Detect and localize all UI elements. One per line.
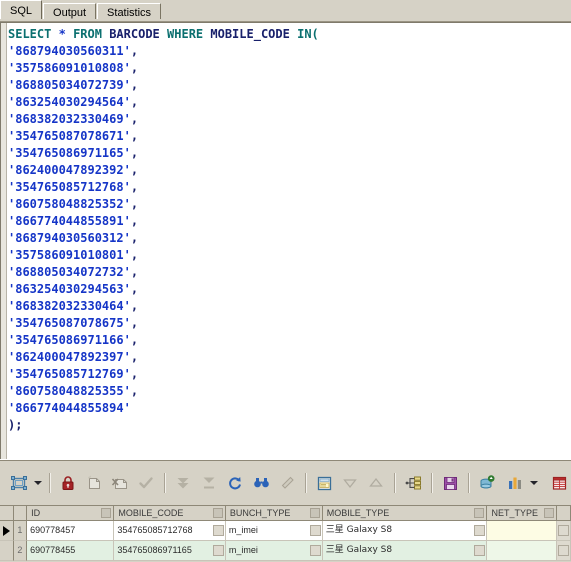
toolbar-separator-4 bbox=[394, 473, 395, 493]
cell-net-type-editor-icon[interactable] bbox=[558, 525, 569, 536]
cell-bunch-type-editor-icon[interactable] bbox=[309, 525, 321, 536]
cell-bunch-type-value: m_imei bbox=[228, 525, 258, 535]
column-filter-net-type-icon[interactable] bbox=[544, 508, 555, 518]
column-header-mobile-type-label: MOBILE_TYPE bbox=[326, 508, 390, 518]
cell-mobile-type[interactable]: 三星 Galaxy S8 bbox=[322, 541, 488, 561]
tab-output-label: Output bbox=[53, 7, 87, 19]
cell-id[interactable]: 690778455 bbox=[27, 541, 115, 561]
cell-id-value: 690778455 bbox=[30, 545, 76, 555]
chart-dropdown-icon[interactable] bbox=[528, 470, 540, 496]
cell-mobile-type-editor-icon[interactable] bbox=[474, 525, 486, 536]
table-row[interactable]: 2 690778455 354765086971165 m_imei 三星 Ga… bbox=[0, 541, 571, 561]
cell-net-type[interactable] bbox=[487, 521, 558, 541]
toolbar-separator-2 bbox=[164, 473, 165, 493]
cell-bunch-type-editor-icon[interactable] bbox=[309, 545, 321, 556]
column-header-bunch-type[interactable]: BUNCH_TYPE bbox=[225, 506, 323, 521]
design-query-icon[interactable] bbox=[6, 470, 32, 496]
column-filter-mobile-code-icon[interactable] bbox=[212, 508, 223, 518]
cell-net-type-editor[interactable] bbox=[557, 541, 571, 561]
result-toolbar bbox=[0, 459, 571, 505]
tab-bar: SQL Output Statistics bbox=[0, 0, 571, 22]
sort-desc-icon[interactable] bbox=[337, 470, 363, 496]
column-header-mobile-code-label: MOBILE_CODE bbox=[118, 508, 184, 518]
row-number: 2 bbox=[13, 541, 28, 561]
sql-editor-window: SQL Output Statistics SELECT * FROM BARC… bbox=[0, 0, 571, 562]
grid-rownum-header bbox=[13, 506, 28, 521]
cell-bunch-type-value: m_imei bbox=[228, 545, 258, 555]
cell-net-type-editor[interactable] bbox=[557, 521, 571, 541]
chart-icon[interactable] bbox=[502, 470, 528, 496]
tab-statistics-label: Statistics bbox=[107, 7, 152, 19]
column-header-mobile-code[interactable]: MOBILE_CODE bbox=[114, 506, 226, 521]
toolbar-separator-3 bbox=[305, 473, 306, 493]
editor-gutter bbox=[1, 23, 7, 459]
row-selector[interactable] bbox=[0, 521, 14, 541]
result-grid[interactable]: ID MOBILE_CODE BUNCH_TYPE MOBILE_TYPE NE… bbox=[0, 505, 571, 562]
new-record-icon[interactable] bbox=[81, 470, 107, 496]
find-icon[interactable] bbox=[248, 470, 274, 496]
delete-record-icon[interactable] bbox=[107, 470, 133, 496]
cell-mobile-code[interactable]: 354765085712768 bbox=[114, 521, 226, 541]
form-view-icon[interactable] bbox=[311, 470, 337, 496]
cell-mobile-code-value: 354765085712768 bbox=[117, 525, 193, 535]
column-header-mobile-type[interactable]: MOBILE_TYPE bbox=[322, 506, 488, 521]
export-database-icon[interactable] bbox=[474, 470, 500, 496]
design-query-dropdown-icon[interactable] bbox=[32, 470, 44, 496]
column-header-bunch-type-label: BUNCH_TYPE bbox=[229, 508, 291, 518]
grid-header-end bbox=[557, 506, 571, 521]
toolbar-top-divider bbox=[0, 460, 571, 461]
toolbar-separator-1 bbox=[49, 473, 50, 493]
column-filter-id-icon[interactable] bbox=[101, 508, 112, 518]
lock-icon[interactable] bbox=[55, 470, 81, 496]
grid-header-row: ID MOBILE_CODE BUNCH_TYPE MOBILE_TYPE NE… bbox=[0, 506, 571, 521]
cell-mobile-code-editor-icon[interactable] bbox=[212, 545, 224, 556]
sql-code-text[interactable]: SELECT * FROM BARCODE WHERE MOBILE_CODE … bbox=[8, 26, 571, 459]
cell-net-type[interactable] bbox=[487, 541, 558, 561]
cell-mobile-code[interactable]: 354765086971165 bbox=[114, 541, 226, 561]
cell-mobile-type-value: 三星 Galaxy S8 bbox=[325, 545, 393, 555]
column-header-id-label: ID bbox=[31, 508, 41, 518]
cell-mobile-code-value: 354765086971165 bbox=[117, 545, 192, 555]
cell-mobile-type-value: 三星 Galaxy S8 bbox=[325, 525, 393, 535]
first-record-icon[interactable] bbox=[170, 470, 196, 496]
cell-mobile-code-editor-icon[interactable] bbox=[212, 525, 224, 536]
column-filter-mobile-type-icon[interactable] bbox=[474, 508, 485, 518]
column-filter-bunch-type-icon[interactable] bbox=[309, 508, 320, 518]
save-icon[interactable] bbox=[437, 470, 463, 496]
filter-wizard-icon[interactable] bbox=[400, 470, 426, 496]
cell-mobile-type[interactable]: 三星 Galaxy S8 bbox=[322, 521, 488, 541]
table-row[interactable]: 1 690778457 354765085712768 m_imei 三星 Ga… bbox=[0, 521, 571, 541]
grid-icon[interactable] bbox=[546, 470, 571, 496]
clear-icon[interactable] bbox=[274, 470, 300, 496]
cell-id-value: 690778457 bbox=[30, 525, 76, 535]
tab-sql-label: SQL bbox=[10, 5, 33, 17]
cell-bunch-type[interactable]: m_imei bbox=[225, 521, 323, 541]
refresh-icon[interactable] bbox=[222, 470, 248, 496]
row-number: 1 bbox=[13, 521, 28, 541]
sort-asc-icon[interactable] bbox=[363, 470, 389, 496]
cell-mobile-type-editor-icon[interactable] bbox=[474, 545, 486, 556]
column-header-net-type[interactable]: NET_TYPE bbox=[487, 506, 558, 521]
tab-sql[interactable]: SQL bbox=[0, 0, 43, 21]
apply-changes-icon[interactable] bbox=[133, 470, 159, 496]
toolbar-separator-5 bbox=[431, 473, 432, 493]
column-header-id[interactable]: ID bbox=[27, 506, 115, 521]
cell-id[interactable]: 690778457 bbox=[27, 521, 115, 541]
row-selector[interactable] bbox=[0, 541, 14, 561]
grid-corner-cell[interactable] bbox=[0, 506, 14, 521]
sql-editor-area[interactable]: SELECT * FROM BARCODE WHERE MOBILE_CODE … bbox=[0, 22, 571, 459]
current-row-indicator-icon bbox=[2, 525, 10, 536]
column-header-net-type-label: NET_TYPE bbox=[491, 508, 538, 518]
last-record-icon[interactable] bbox=[196, 470, 222, 496]
toolbar-separator-6 bbox=[468, 473, 469, 493]
cell-net-type-editor-icon[interactable] bbox=[558, 545, 569, 556]
cell-bunch-type[interactable]: m_imei bbox=[225, 541, 323, 561]
